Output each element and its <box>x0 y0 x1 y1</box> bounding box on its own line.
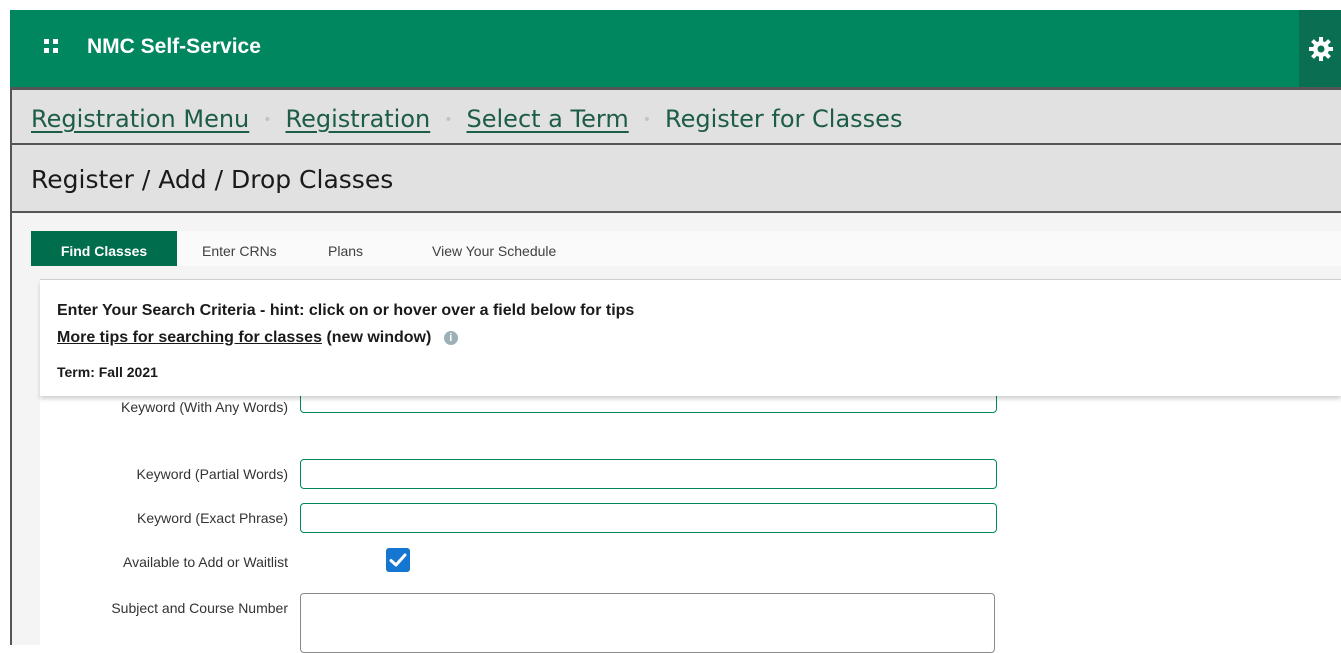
breadcrumb-current: Register for Classes <box>664 105 903 133</box>
checkmark-icon <box>389 553 407 567</box>
breadcrumb-separator: • <box>444 112 453 128</box>
breadcrumb-separator: • <box>263 112 272 128</box>
tips-suffix: (new window) <box>326 329 432 346</box>
app-title: NMC Self-Service <box>87 35 261 58</box>
page-title-bar: Register / Add / Drop Classes <box>12 145 1341 213</box>
info-icon[interactable]: i <box>443 331 458 345</box>
keyword-exact-label: Keyword (Exact Phrase) <box>137 510 288 526</box>
tab-plans[interactable]: Plans <box>328 231 363 266</box>
keyword-exact-input[interactable] <box>300 503 997 533</box>
breadcrumb-registration-menu[interactable]: Registration Menu <box>31 105 249 133</box>
breadcrumb-bar: Registration Menu • Registration • Select a … <box>12 87 1341 145</box>
available-label: Available to Add or Waitlist <box>123 554 288 570</box>
breadcrumb-separator: • <box>642 112 651 128</box>
search-hint: Enter Your Search Criteria - hint: click… <box>57 302 635 319</box>
keyword-partial-input[interactable] <box>300 459 997 489</box>
settings-button[interactable] <box>1299 10 1341 87</box>
keyword-partial-label: Keyword (Partial Words) <box>136 466 288 482</box>
breadcrumb-registration[interactable]: Registration <box>286 105 431 133</box>
term-label: Term: Fall 2021 <box>57 364 158 380</box>
app-grid-icon[interactable] <box>44 39 58 53</box>
subject-label: Subject and Course Number <box>111 600 288 616</box>
tab-enter-crns[interactable]: Enter CRNs <box>202 231 277 266</box>
criteria-header: Enter Your Search Criteria - hint: click… <box>40 280 1341 396</box>
breadcrumb: Registration Menu • Registration • Select a … <box>31 105 902 133</box>
breadcrumb-select-term[interactable]: Select a Term <box>467 105 629 133</box>
tab-view-schedule[interactable]: View Your Schedule <box>432 231 556 266</box>
page-title: Register / Add / Drop Classes <box>31 165 394 194</box>
available-checkbox[interactable] <box>386 548 410 572</box>
tips-link[interactable]: More tips for searching for classes <box>57 329 322 346</box>
tips-line: More tips for searching for classes (new… <box>57 329 458 347</box>
gear-icon <box>1309 37 1333 61</box>
keyword-any-label: Keyword (With Any Words) <box>120 399 288 415</box>
tab-bar: Find Classes Enter CRNs Plans View Your … <box>31 231 1341 266</box>
search-panel: Keyword (With Any Words) Keyword (Partia… <box>40 279 1341 653</box>
subject-course-input[interactable] <box>300 593 995 653</box>
tab-find-classes[interactable]: Find Classes <box>31 231 177 266</box>
main-content: Find Classes Enter CRNs Plans View Your … <box>12 213 1341 653</box>
